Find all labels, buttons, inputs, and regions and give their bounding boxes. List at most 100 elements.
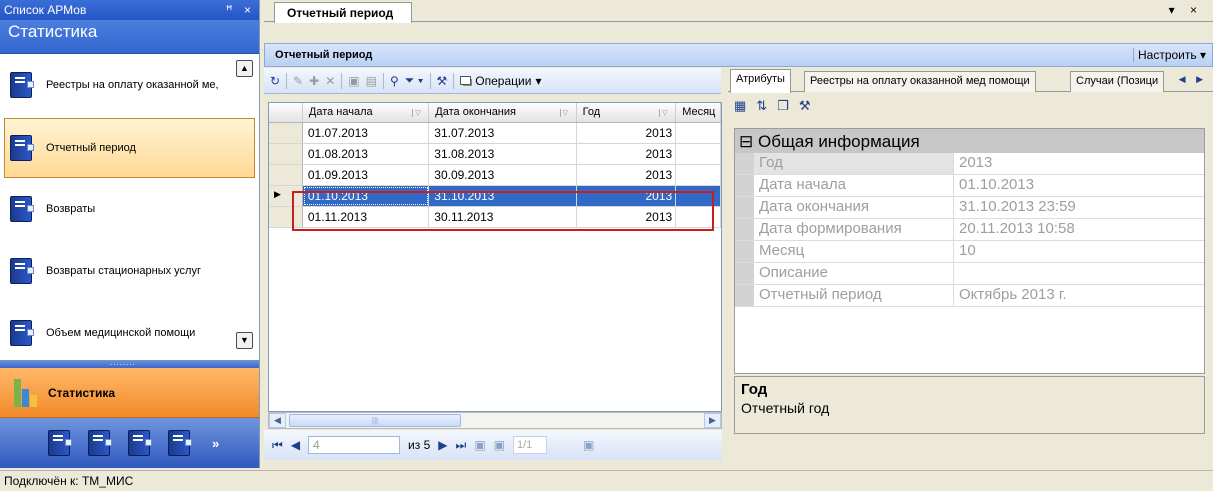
cell-end[interactable]: 31.07.2013 <box>429 123 577 143</box>
property-row[interactable]: Месяц 10 <box>735 241 1204 263</box>
last-record-icon[interactable]: ⏭ <box>456 438 467 453</box>
next-record-icon[interactable]: ▶ <box>438 438 447 452</box>
book-icon[interactable] <box>88 430 112 456</box>
tab-report-period[interactable]: Отчетный период <box>274 2 413 23</box>
property-row[interactable]: Дата формирования 20.11.2013 10:58 <box>735 219 1204 241</box>
cell-month[interactable] <box>676 165 721 185</box>
nav-item-care-volume[interactable]: Объем медицинской помощи ▼ <box>0 302 259 364</box>
tools-icon[interactable]: ⚒ <box>437 74 448 88</box>
panel-splitter[interactable]: ........ <box>0 359 259 368</box>
property-value[interactable]: 10 <box>954 241 1204 262</box>
save-all-icon[interactable]: ▤ <box>366 74 377 88</box>
cell-end[interactable]: 31.08.2013 <box>429 144 577 164</box>
scroll-up-button[interactable]: ▲ <box>236 60 253 77</box>
sort-icon: ▽ <box>412 109 422 117</box>
property-row[interactable]: Дата окончания 31.10.2013 23:59 <box>735 197 1204 219</box>
tools-icon[interactable]: ⚒ <box>799 98 811 114</box>
row-indicator[interactable] <box>269 144 303 164</box>
cell-month[interactable] <box>676 144 721 164</box>
cell-month[interactable] <box>676 123 721 143</box>
panel-caption-controls[interactable]: ꟸ × <box>226 0 255 20</box>
cell-start[interactable]: 01.09.2013 <box>303 165 430 185</box>
column-header-year[interactable]: Год ▽ <box>577 103 677 122</box>
cell-year[interactable]: 2013 <box>577 123 677 143</box>
tab-attributes[interactable]: Атрибуты <box>730 69 791 93</box>
configure-button[interactable]: Настроить ▾ <box>1133 48 1206 62</box>
page-next-icon[interactable]: ▣ <box>583 438 594 452</box>
row-indicator[interactable] <box>269 165 303 185</box>
book-icon <box>10 320 34 346</box>
more-chevron-icon[interactable]: » <box>212 436 219 451</box>
current-record-input[interactable]: 4 <box>308 436 401 454</box>
property-value[interactable]: 01.10.2013 <box>954 175 1204 196</box>
property-value[interactable]: 2013 <box>954 153 1204 174</box>
tab-scroll-arrows-icon[interactable]: ◀ ▶ <box>1179 74 1207 85</box>
property-row[interactable]: Год 2013 <box>735 153 1204 175</box>
nav-item-label: Реестры на оплату оказанной ме, <box>46 79 219 91</box>
collapse-icon[interactable]: ⊟ <box>739 132 753 151</box>
scroll-left-button[interactable]: ◀ <box>269 413 286 428</box>
scroll-right-button[interactable]: ▶ <box>704 413 721 428</box>
sort-alpha-icon[interactable]: ⇅ <box>756 98 767 114</box>
tab-cases[interactable]: Случаи (Позици <box>1070 71 1165 92</box>
first-record-icon[interactable]: ⏮ <box>272 438 283 453</box>
book-icon[interactable] <box>48 430 72 456</box>
add-icon[interactable]: ✚ <box>309 74 319 88</box>
filter-icon[interactable]: ⏷ ▾ <box>405 73 424 88</box>
table-row[interactable]: 01.09.2013 30.09.2013 2013 <box>269 165 721 186</box>
property-value[interactable]: 20.11.2013 10:58 <box>954 219 1204 240</box>
scroll-thumb[interactable]: ||| <box>289 414 461 427</box>
row-indicator-header <box>269 103 303 122</box>
chevron-down-icon: ▾ <box>535 73 542 88</box>
nav-item-report-period[interactable]: Отчетный период <box>4 118 255 178</box>
find-icon[interactable]: ⚲ <box>390 74 399 88</box>
column-header-label: Дата начала <box>308 106 373 118</box>
tab-registries[interactable]: Реестры на оплату оказанной мед помощи <box>804 71 1036 92</box>
column-header-label: Дата окончания <box>435 106 516 118</box>
scroll-down-button[interactable]: ▼ <box>236 332 253 349</box>
sort-icon: ▽ <box>659 109 669 117</box>
cell-year[interactable]: 2013 <box>577 165 677 185</box>
horizontal-scrollbar[interactable]: ◀ ||| ▶ <box>268 412 722 429</box>
cell-year[interactable]: 2013 <box>577 144 677 164</box>
book-icon <box>10 196 34 222</box>
operations-button[interactable]: Операции ▾ <box>460 74 541 88</box>
prev-record-icon[interactable]: ◀ <box>291 438 300 452</box>
property-key: Дата начала <box>754 175 954 196</box>
nav-item-inpatient-returns[interactable]: Возвраты стационарных услуг <box>0 240 259 302</box>
edit-icon[interactable]: ✎ <box>293 74 303 88</box>
cell-end[interactable]: 30.09.2013 <box>429 165 577 185</box>
nav-list: Реестры на оплату оказанной ме, ▲ Отчетн… <box>0 54 259 360</box>
property-value[interactable]: 31.10.2013 23:59 <box>954 197 1204 218</box>
property-row[interactable]: Описание <box>735 263 1204 285</box>
column-header-month[interactable]: Месяц <box>676 103 721 122</box>
book-icon[interactable] <box>128 430 152 456</box>
column-header-end[interactable]: Дата окончания ▽ <box>429 103 577 122</box>
row-indicator[interactable] <box>269 123 303 143</box>
page-first-icon[interactable]: ▣ <box>474 438 485 452</box>
property-value[interactable]: Октябрь 2013 г. <box>954 285 1204 306</box>
categorized-icon[interactable]: ▦ <box>734 98 746 114</box>
delete-icon[interactable]: ✕ <box>325 74 335 88</box>
save-icon[interactable]: ▣ <box>348 74 359 88</box>
toolbar-separator <box>341 72 343 89</box>
table-row[interactable]: 01.07.2013 31.07.2013 2013 <box>269 123 721 144</box>
column-header-start[interactable]: Дата начала ▽ <box>303 103 430 122</box>
nav-item-registries[interactable]: Реестры на оплату оказанной ме, ▲ <box>0 54 259 116</box>
property-value[interactable] <box>954 263 1204 284</box>
property-gutter <box>735 175 754 196</box>
property-row[interactable]: Дата начала 01.10.2013 <box>735 175 1204 197</box>
page-prev-icon[interactable]: ▣ <box>494 438 505 452</box>
nav-item-returns[interactable]: Возвраты <box>0 178 259 240</box>
cell-start[interactable]: 01.07.2013 <box>303 123 430 143</box>
cell-start[interactable]: 01.08.2013 <box>303 144 430 164</box>
property-category[interactable]: ⊟ Общая информация <box>735 129 1204 153</box>
book-icon[interactable] <box>168 430 192 456</box>
refresh-icon[interactable]: ↻ <box>270 74 280 88</box>
table-row[interactable]: 01.08.2013 31.08.2013 2013 <box>269 144 721 165</box>
document-controls[interactable]: ▾ × <box>1169 3 1203 17</box>
page-input[interactable]: 1/1 <box>513 436 547 454</box>
property-row[interactable]: Отчетный период Октябрь 2013 г. <box>735 285 1204 307</box>
pages-icon[interactable]: ❐ <box>777 98 789 114</box>
group-statistics[interactable]: Статистика <box>0 368 259 418</box>
